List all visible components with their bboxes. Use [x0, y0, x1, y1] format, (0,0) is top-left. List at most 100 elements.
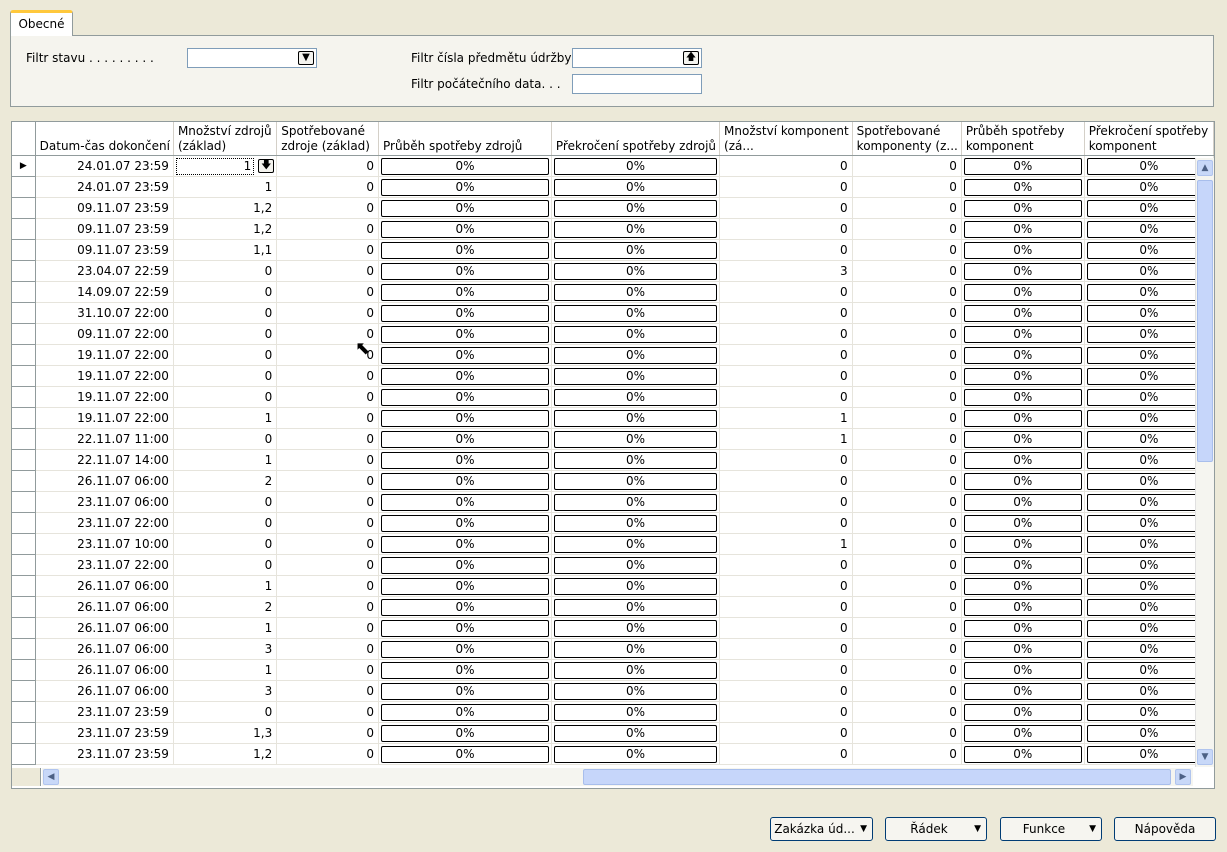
- cell-res-over[interactable]: 0%: [551, 743, 721, 765]
- tab-obecne[interactable]: Obecné: [10, 10, 73, 36]
- cell-res-qty[interactable]: 3: [173, 638, 278, 660]
- cell-res-used[interactable]: 0: [276, 218, 380, 240]
- cell-res-prog[interactable]: 0%: [378, 722, 552, 744]
- cell-comp-prog[interactable]: 0%: [961, 701, 1085, 723]
- horizontal-scroll-thumb[interactable]: [583, 769, 1171, 785]
- cell-comp-prog[interactable]: 0%: [961, 386, 1085, 408]
- col-header-res-used[interactable]: Spotřebované zdroje (základ): [276, 122, 380, 156]
- cell-res-qty[interactable]: 1: [173, 659, 278, 681]
- table-row[interactable]: 26.11.07 06:00 1 0 0% 0% 0 0 0% 0%: [12, 575, 1214, 597]
- row-selector[interactable]: [12, 512, 36, 534]
- cell-res-qty[interactable]: 0: [173, 533, 278, 555]
- cell-res-prog[interactable]: 0%: [378, 344, 552, 366]
- cell-comp-prog[interactable]: 0%: [961, 512, 1085, 534]
- cell-res-used[interactable]: 0: [276, 239, 380, 261]
- table-row[interactable]: 23.11.07 10:00 0 0 0% 0% 1 0 0% 0%: [12, 533, 1214, 555]
- cell-res-prog[interactable]: 0%: [378, 554, 552, 576]
- cell-res-over[interactable]: 0%: [551, 197, 721, 219]
- table-row[interactable]: 09.11.07 22:00 0 0 0% 0% 0 0 0% 0%: [12, 323, 1214, 345]
- table-row[interactable]: 26.11.07 06:00 2 0 0% 0% 0 0 0% 0%: [12, 596, 1214, 618]
- cell-comp-used[interactable]: 0: [852, 428, 962, 450]
- cell-res-used[interactable]: 0: [276, 491, 380, 513]
- cell-res-over[interactable]: 0%: [551, 365, 721, 387]
- row-selector[interactable]: [12, 386, 36, 408]
- cell-res-qty[interactable]: 2: [173, 470, 278, 492]
- cell-comp-prog[interactable]: 0%: [961, 344, 1085, 366]
- cell-res-over[interactable]: 0%: [551, 323, 721, 345]
- cell-comp-qty[interactable]: 0: [719, 596, 853, 618]
- cell-date[interactable]: 24.01.07 23:59: [35, 155, 174, 177]
- cell-comp-prog[interactable]: 0%: [961, 575, 1085, 597]
- cell-res-used[interactable]: 0: [276, 743, 380, 765]
- cell-comp-used[interactable]: 0: [852, 533, 962, 555]
- cell-res-qty[interactable]: 0: [173, 344, 278, 366]
- row-selector[interactable]: [12, 638, 36, 660]
- cell-res-over[interactable]: 0%: [551, 218, 721, 240]
- cell-res-qty[interactable]: 2: [173, 596, 278, 618]
- cell-date[interactable]: 23.11.07 23:59: [35, 701, 174, 723]
- cell-res-prog[interactable]: 0%: [378, 176, 552, 198]
- table-row[interactable]: 19.11.07 22:00 0 0 0% 0% 0 0 0% 0%: [12, 365, 1214, 387]
- cell-res-prog[interactable]: 0%: [378, 680, 552, 702]
- cell-res-qty[interactable]: 0: [173, 512, 278, 534]
- cell-comp-used[interactable]: 0: [852, 617, 962, 639]
- row-selector[interactable]: [12, 176, 36, 198]
- cell-comp-qty[interactable]: 3: [719, 260, 853, 282]
- cell-date[interactable]: 26.11.07 06:00: [35, 470, 174, 492]
- cell-comp-prog[interactable]: 0%: [961, 470, 1085, 492]
- cell-comp-qty[interactable]: 0: [719, 617, 853, 639]
- cell-res-prog[interactable]: 0%: [378, 617, 552, 639]
- col-header-res-qty[interactable]: Množství zdrojů (základ): [173, 122, 278, 156]
- cell-res-prog[interactable]: 0%: [378, 659, 552, 681]
- cell-res-used[interactable]: 0: [276, 281, 380, 303]
- cell-comp-used[interactable]: 0: [852, 323, 962, 345]
- cell-res-qty[interactable]: 1: [173, 176, 278, 198]
- cell-date[interactable]: 26.11.07 06:00: [35, 596, 174, 618]
- cell-date[interactable]: 31.10.07 22:00: [35, 302, 174, 324]
- cell-res-prog[interactable]: 0%: [378, 260, 552, 282]
- cell-comp-qty[interactable]: 0: [719, 323, 853, 345]
- cell-comp-used[interactable]: 0: [852, 449, 962, 471]
- cell-res-used[interactable]: 0: [276, 449, 380, 471]
- cell-comp-used[interactable]: 0: [852, 155, 962, 177]
- table-row[interactable]: 26.11.07 06:00 3 0 0% 0% 0 0 0% 0%: [12, 680, 1214, 702]
- cell-comp-prog[interactable]: 0%: [961, 428, 1085, 450]
- cell-comp-qty[interactable]: 0: [719, 218, 853, 240]
- cell-comp-used[interactable]: 0: [852, 680, 962, 702]
- cell-comp-prog[interactable]: 0%: [961, 260, 1085, 282]
- status-filter-field[interactable]: ▼: [187, 48, 317, 68]
- row-selector[interactable]: [12, 575, 36, 597]
- cell-res-qty[interactable]: 0: [173, 323, 278, 345]
- table-row[interactable]: 31.10.07 22:00 0 0 0% 0% 0 0 0% 0%: [12, 302, 1214, 324]
- cell-comp-used[interactable]: 0: [852, 659, 962, 681]
- cell-date[interactable]: 19.11.07 22:00: [35, 386, 174, 408]
- row-selector[interactable]: [12, 533, 36, 555]
- cell-res-prog[interactable]: 0%: [378, 575, 552, 597]
- cell-res-over[interactable]: 0%: [551, 449, 721, 471]
- cell-res-over[interactable]: 0%: [551, 470, 721, 492]
- scroll-left-icon[interactable]: ◀: [43, 769, 59, 785]
- start-date-filter-field[interactable]: [572, 74, 702, 94]
- help-button[interactable]: Nápověda: [1114, 817, 1216, 841]
- row-selector[interactable]: [12, 596, 36, 618]
- cell-res-used[interactable]: 0: [276, 575, 380, 597]
- cell-res-prog[interactable]: 0%: [378, 302, 552, 324]
- cell-res-qty[interactable]: 0: [173, 701, 278, 723]
- cell-comp-prog[interactable]: 0%: [961, 197, 1085, 219]
- cell-date[interactable]: 09.11.07 23:59: [35, 218, 174, 240]
- cell-res-used[interactable]: 0: [276, 470, 380, 492]
- cell-res-over[interactable]: 0%: [551, 722, 721, 744]
- cell-comp-prog[interactable]: 0%: [961, 743, 1085, 765]
- functions-menu-button[interactable]: Funkce ▼: [1000, 817, 1102, 841]
- cell-comp-qty[interactable]: 0: [719, 449, 853, 471]
- cell-comp-prog[interactable]: 0%: [961, 239, 1085, 261]
- cell-res-qty[interactable]: 1,1: [173, 239, 278, 261]
- cell-res-prog[interactable]: 0%: [378, 281, 552, 303]
- vertical-scroll-thumb[interactable]: [1197, 180, 1213, 462]
- cell-res-used[interactable]: 0: [276, 701, 380, 723]
- cell-date[interactable]: 23.11.07 22:00: [35, 512, 174, 534]
- row-selector[interactable]: [12, 680, 36, 702]
- row-selector[interactable]: [12, 344, 36, 366]
- cell-comp-used[interactable]: 0: [852, 197, 962, 219]
- cell-res-qty[interactable]: 0: [173, 554, 278, 576]
